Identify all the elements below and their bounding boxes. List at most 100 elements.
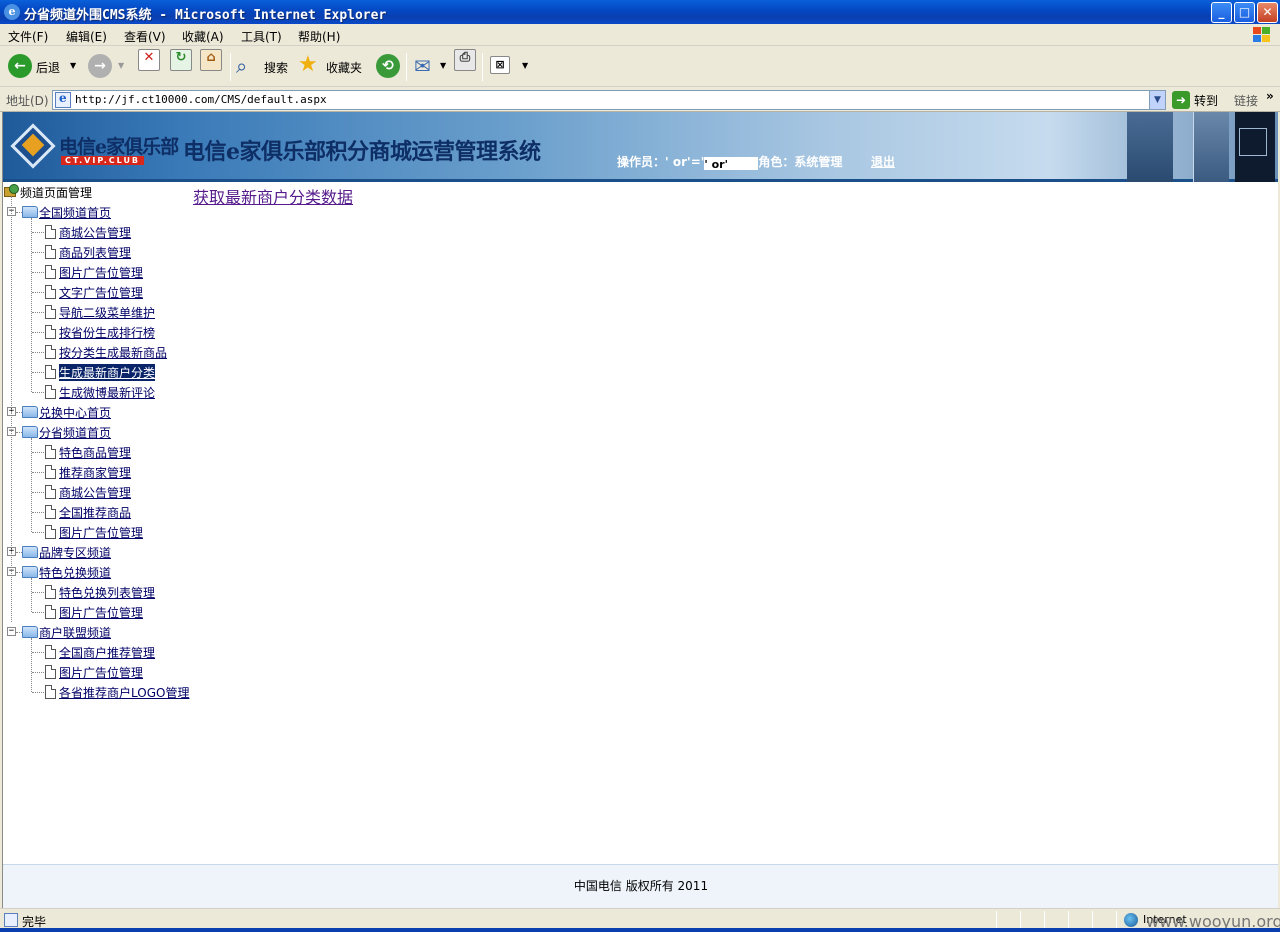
tree-item-link[interactable]: 各省推荐商户LOGO管理 bbox=[59, 684, 189, 701]
menu-tools[interactable]: 工具(T) bbox=[241, 28, 282, 45]
forward-dropdown-icon[interactable]: ▼ bbox=[118, 61, 124, 70]
document-icon bbox=[45, 445, 56, 459]
tree-item-link[interactable]: 商城公告管理 bbox=[59, 484, 131, 501]
back-button[interactable]: ← 后退 ▼ bbox=[8, 54, 80, 80]
tree-item: 推荐商家管理 bbox=[3, 462, 189, 482]
tree-group-link[interactable]: 兑换中心首页 bbox=[39, 404, 111, 421]
tree-item-link[interactable]: 推荐商家管理 bbox=[59, 464, 131, 481]
chevron-right-icon[interactable]: » bbox=[1266, 89, 1274, 103]
tree-item-link[interactable]: 图片广告位管理 bbox=[59, 264, 143, 281]
menu-file[interactable]: 文件(F) bbox=[8, 28, 48, 45]
tree-item-link[interactable]: 图片广告位管理 bbox=[59, 664, 143, 681]
tree-item: 商品列表管理 bbox=[3, 242, 189, 262]
tree-item-link[interactable]: 导航二级菜单维护 bbox=[59, 304, 155, 321]
logout-link[interactable]: 退出 bbox=[871, 153, 895, 170]
back-dropdown-icon[interactable]: ▼ bbox=[70, 61, 76, 70]
forward-arrow-icon: → bbox=[88, 54, 112, 78]
tree-item-link[interactable]: 特色兑换列表管理 bbox=[59, 584, 155, 601]
history-icon[interactable]: ⟲ bbox=[376, 54, 400, 78]
links-label[interactable]: 链接 bbox=[1234, 92, 1258, 109]
fetch-merchant-category-link[interactable]: 获取最新商户分类数据 bbox=[193, 184, 353, 208]
menu-help[interactable]: 帮助(H) bbox=[298, 28, 340, 45]
document-icon bbox=[45, 305, 56, 319]
tree-group: + 兑换中心首页 bbox=[3, 402, 189, 422]
menu-view[interactable]: 查看(V) bbox=[124, 28, 166, 45]
tree-item: 商城公告管理 bbox=[3, 222, 189, 242]
back-label: 后退 bbox=[36, 61, 61, 75]
document-icon bbox=[45, 665, 56, 679]
tree-item-link[interactable]: 全国推荐商品 bbox=[59, 504, 131, 521]
tree-group-link[interactable]: 品牌专区频道 bbox=[39, 544, 111, 561]
tree-group-link[interactable]: 全国频道首页 bbox=[39, 204, 111, 221]
toolbar-separator bbox=[230, 53, 231, 81]
tree-item-link[interactable]: 文字广告位管理 bbox=[59, 284, 143, 301]
refresh-icon[interactable]: ↻ bbox=[170, 49, 192, 71]
tree-item-link[interactable]: 生成最新商户分类 bbox=[59, 364, 156, 381]
mail-button[interactable]: ✉ ▼ bbox=[414, 54, 448, 80]
tree-item-link[interactable]: 全国商户推荐管理 bbox=[59, 644, 155, 661]
tree-item-link[interactable]: 生成微博最新评论 bbox=[59, 384, 155, 401]
tree-item-link[interactable]: 按省份生成排行榜 bbox=[59, 324, 155, 341]
tree-item-link[interactable]: 图片广告位管理 bbox=[59, 524, 143, 541]
document-icon bbox=[45, 465, 56, 479]
address-url[interactable]: http://jf.ct10000.com/CMS/default.aspx bbox=[75, 93, 327, 106]
menu-edit[interactable]: 编辑(E) bbox=[66, 28, 107, 45]
tree-item: 导航二级菜单维护 bbox=[3, 302, 189, 322]
print-icon[interactable]: ⎙ bbox=[454, 49, 476, 71]
document-icon bbox=[45, 245, 56, 259]
mail-dropdown-icon[interactable]: ▼ bbox=[440, 61, 446, 70]
edit-icon: ⊠ bbox=[490, 56, 510, 74]
address-input[interactable]: http://jf.ct10000.com/CMS/default.aspx ▼ bbox=[52, 90, 1166, 110]
tree-item: 图片广告位管理 bbox=[3, 602, 189, 622]
page-footer: 中国电信 版权所有 2011 bbox=[3, 864, 1278, 908]
address-dropdown-icon[interactable]: ▼ bbox=[1149, 91, 1165, 109]
document-icon bbox=[45, 365, 56, 379]
tree-item: 商城公告管理 bbox=[3, 482, 189, 502]
tree-item: 按分类生成最新商品 bbox=[3, 342, 189, 362]
document-icon bbox=[45, 325, 56, 339]
edit-button[interactable]: ⊠ ▼ bbox=[490, 54, 532, 80]
tree-connector bbox=[11, 196, 12, 622]
search-label: 搜索 bbox=[264, 61, 289, 75]
maximize-button[interactable]: □ bbox=[1234, 2, 1255, 23]
home-icon[interactable]: ⌂ bbox=[200, 49, 222, 71]
building-image bbox=[1193, 112, 1229, 182]
tree-item-link[interactable]: 图片广告位管理 bbox=[59, 604, 143, 621]
system-title: 电信e家俱乐部积分商城运营管理系统 bbox=[183, 139, 541, 165]
toolbar: ← 后退 ▼ → ▼ ✕ ↻ ⌂ ⌕ 搜索 ★ 收藏夹 ⟲ ✉ ▼ ⎙ ⊠ ▼ bbox=[0, 47, 1280, 87]
tree-item: 图片广告位管理 bbox=[3, 262, 189, 282]
document-icon bbox=[45, 505, 56, 519]
tree-item-link[interactable]: 特色商品管理 bbox=[59, 444, 131, 461]
operator-info: 操作员：' or'='' or' 角色：系统管理 bbox=[617, 153, 842, 171]
document-icon bbox=[45, 685, 56, 699]
stop-icon[interactable]: ✕ bbox=[138, 49, 160, 71]
collapse-icon[interactable]: − bbox=[7, 627, 16, 636]
tree-root-icon bbox=[4, 184, 20, 198]
edit-dropdown-icon[interactable]: ▼ bbox=[522, 61, 528, 70]
close-button[interactable]: ✕ bbox=[1257, 2, 1278, 23]
tree-item-link[interactable]: 按分类生成最新商品 bbox=[59, 344, 167, 361]
web-page: 电信e家俱乐部 CT.VIP.CLUB 电信e家俱乐部积分商城运营管理系统 操作… bbox=[2, 112, 1278, 908]
tree-connector bbox=[32, 372, 44, 373]
folder-open-icon bbox=[22, 626, 38, 638]
tree-group-link[interactable]: 特色兑换频道 bbox=[39, 564, 111, 581]
tree-item: 特色兑换列表管理 bbox=[3, 582, 189, 602]
go-arrow-icon[interactable]: ➜ bbox=[1172, 91, 1190, 109]
tree-item: 生成最新商户分类 bbox=[3, 362, 189, 382]
menu-favorites[interactable]: 收藏(A) bbox=[182, 28, 224, 45]
header-banner: 电信e家俱乐部 CT.VIP.CLUB 电信e家俱乐部积分商城运营管理系统 操作… bbox=[3, 112, 1278, 182]
favorites-button[interactable]: ★ 收藏夹 bbox=[298, 52, 368, 80]
tree-group-link[interactable]: 分省频道首页 bbox=[39, 424, 111, 441]
go-button[interactable]: 转到 bbox=[1194, 92, 1218, 109]
tree-connector bbox=[32, 272, 44, 273]
tree-item-link[interactable]: 商城公告管理 bbox=[59, 224, 131, 241]
favorites-label: 收藏夹 bbox=[326, 61, 363, 75]
tree-connector bbox=[32, 592, 44, 593]
toolbar-separator bbox=[406, 53, 407, 81]
tree-item-link[interactable]: 商品列表管理 bbox=[59, 244, 131, 261]
tree-group-link[interactable]: 商户联盟频道 bbox=[39, 624, 111, 641]
club-logo-icon bbox=[10, 123, 59, 169]
forward-button[interactable]: → ▼ bbox=[88, 54, 130, 80]
minimize-button[interactable]: _ bbox=[1211, 2, 1232, 23]
search-button[interactable]: ⌕ 搜索 bbox=[236, 54, 292, 80]
